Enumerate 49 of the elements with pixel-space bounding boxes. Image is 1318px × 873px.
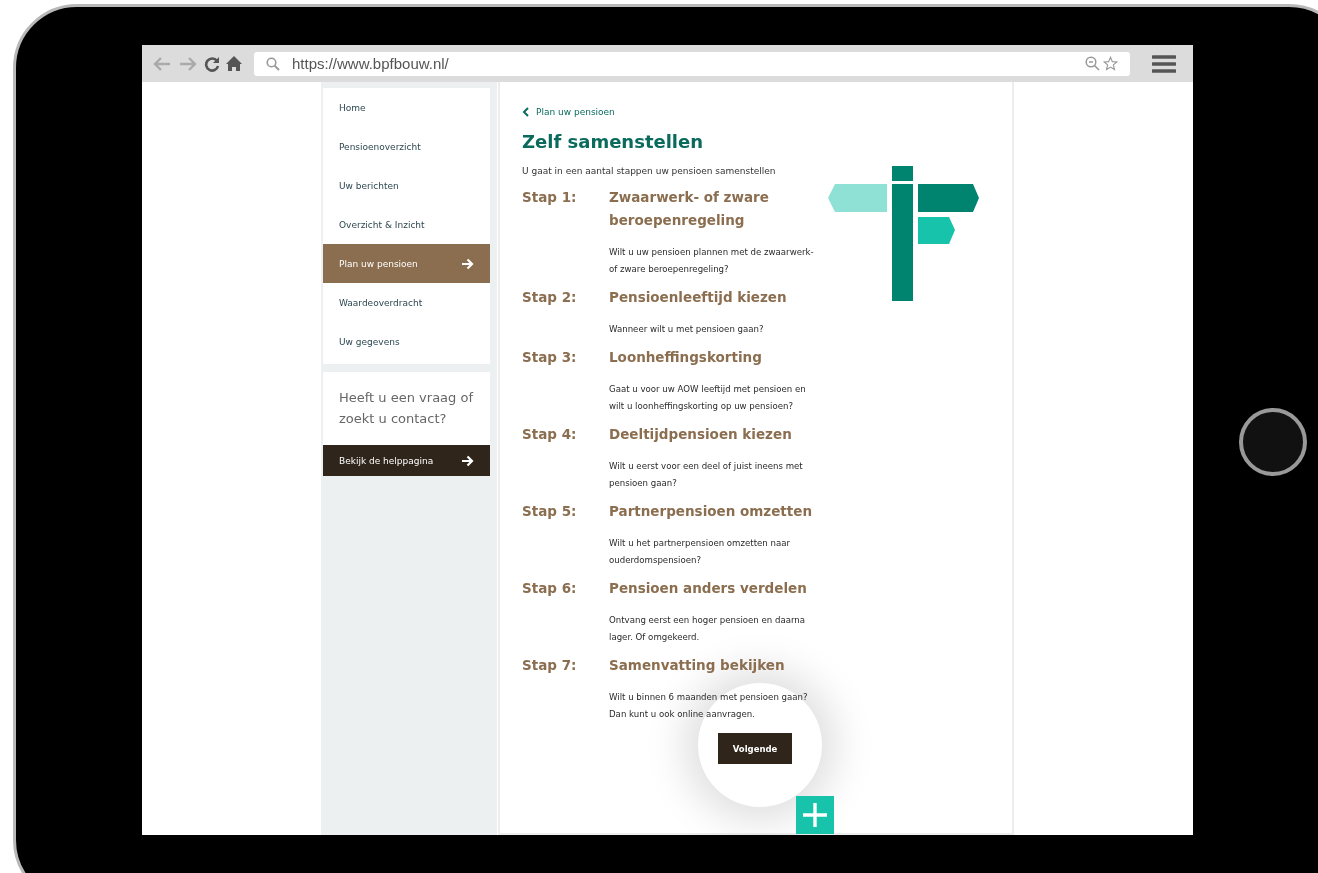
step-description: Wilt u eerst voor een deel of juist ineens met pensioen gaan? (609, 460, 804, 490)
step-label: Stap 2: (522, 288, 578, 307)
step-label: Stap 3: (522, 348, 578, 367)
nav-item[interactable]: Overzicht & Inzicht (323, 205, 490, 244)
nav-item[interactable]: Uw gegevens (323, 322, 490, 361)
nav-item[interactable]: Uw berichten (323, 166, 490, 205)
nav-item[interactable]: Pensioenoverzicht (323, 127, 490, 166)
step-description: Gaat u voor uw AOW leeftijd met pensioen en wilt u loonheffingskorting op uw pensioen? (609, 383, 807, 413)
star-icon[interactable] (1103, 56, 1118, 71)
menu-icon[interactable] (1152, 53, 1176, 74)
next-button[interactable]: Volgende (718, 733, 792, 764)
intro-text: U gaat in een aantal stappen uw pensioen samenstellen (522, 165, 777, 178)
step-title: Samenvatting bekijken (609, 656, 786, 675)
step-title: Partnerpensioen omzetten (609, 502, 814, 521)
home-icon[interactable] (226, 56, 242, 71)
step-description: Wilt u binnen 6 maanden met pensioen gaan? Dan kunt u ook online aanvragen. (609, 691, 809, 721)
step-label: Stap 5: (522, 502, 578, 521)
address-bar[interactable]: https://www.bpfbouw.nl/ (254, 51, 1130, 76)
search-icon (266, 56, 280, 71)
page-title: Zelf samenstellen (522, 131, 705, 152)
help-page-button[interactable]: Bekijk de helppagina (323, 445, 490, 476)
reload-icon[interactable] (204, 55, 220, 72)
step-title: Deeltijdpensioen kiezen (609, 425, 793, 444)
url-text: https://www.bpfbouw.nl/ (292, 55, 450, 72)
step-description: Wilt u uw pensioen plannen met de zwaarwerk- of zware beroepenregeling? (609, 246, 815, 276)
step-title: Loonheffingskorting (609, 348, 763, 367)
step-label: Stap 6: (522, 579, 578, 598)
step-label: Stap 1: (522, 188, 578, 207)
step-description: Wilt u het partnerpensioen omzetten naar ouderdomspensioen? (609, 537, 791, 567)
help-text: Heeft u een vraag of zoekt u contact? (338, 389, 475, 428)
step-title: Pensioen anders verdelen (609, 579, 808, 598)
step-label: Stap 7: (522, 656, 578, 675)
step-description: Ontvang eerst een hoger pensioen en daarna lager. Of omgekeerd. (609, 614, 807, 644)
nav-item[interactable]: Plan uw pensioen (323, 244, 490, 283)
chevron-left-icon (522, 107, 529, 117)
plus-button[interactable] (796, 796, 834, 834)
step-title: Pensioenleeftijd kiezen (609, 288, 788, 307)
nav-item[interactable]: Waardeoverdracht (323, 283, 490, 322)
arrow-right-icon (461, 257, 474, 270)
forward-icon[interactable] (178, 55, 198, 72)
step-description: Wanneer wilt u met pensioen gaan? (609, 323, 765, 336)
zoom-icon[interactable] (1085, 56, 1100, 71)
plus-icon (802, 802, 828, 828)
back-icon[interactable] (152, 55, 172, 72)
nav-item[interactable]: Home (323, 88, 490, 127)
arrow-right-icon (461, 454, 474, 467)
back-link[interactable]: Plan uw pensioen (522, 107, 1012, 117)
step-label: Stap 4: (522, 425, 578, 444)
step-title: Zwaarwerk- of zware beroepenregeling (609, 188, 770, 230)
